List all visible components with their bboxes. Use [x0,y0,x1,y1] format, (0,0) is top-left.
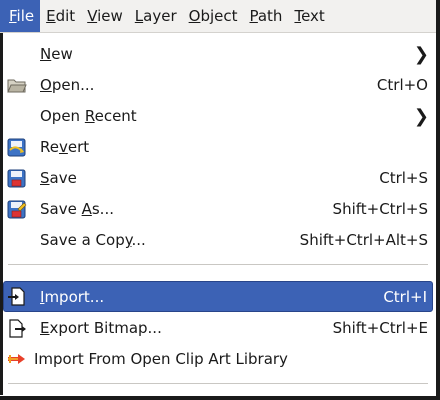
application-window: File Edit View Layer Object Path Text Ne… [0,0,440,400]
mnemonic: L [134,7,144,25]
clipart-icon [7,350,27,369]
menu-object[interactable]: Object [183,0,244,32]
menu-item-label: Export Bitmap... [40,319,162,337]
mnemonic: V [87,7,98,25]
menu-item-label: Save As... [40,200,114,218]
menu-item-open-recent[interactable]: Open Recent ❯ [3,101,433,132]
menu-separator [8,383,428,384]
save-as-icon [7,200,27,219]
menu-label: ext [301,7,325,25]
menu-text[interactable]: Text [288,0,330,32]
menu-item-save-as[interactable]: Save As... Shift+Ctrl+S [3,194,433,225]
submenu-arrow-icon: ❯ [413,106,429,127]
menu-view[interactable]: View [81,0,129,32]
menu-label: dit [55,7,76,25]
menu-item-label: Save [40,169,77,187]
mnemonic: F [9,7,17,25]
shortcut-label: Ctrl+S [379,169,428,187]
shortcut-label: Shift+Ctrl+E [332,319,428,337]
menu-item-revert[interactable]: Revert [3,132,433,163]
submenu-arrow-icon: ❯ [413,44,429,65]
menu-item-label: Save a Copy... [40,231,146,249]
menu-layer[interactable]: Layer [129,0,183,32]
mnemonic: O [188,7,201,25]
menu-item-label: Open... [40,76,95,94]
menu-item-label: Import From Open Clip Art Library [34,350,288,368]
menu-item-save[interactable]: Save Ctrl+S [3,163,433,194]
shortcut-label: Shift+Ctrl+S [332,200,428,218]
menu-edit[interactable]: Edit [40,0,81,32]
menu-item-import[interactable]: Import... Ctrl+I [3,281,433,312]
menu-item-export-bitmap[interactable]: Export Bitmap... Shift+Ctrl+E [3,313,433,344]
revert-icon [7,138,27,157]
menu-item-label: New [40,45,73,63]
shortcut-label: Ctrl+O [376,76,428,94]
mnemonic: P [249,7,258,25]
menu-item-label: Open Recent [40,107,137,125]
menu-label: ayer [143,7,177,25]
folder-open-icon [7,76,27,95]
shortcut-label: Ctrl+I [383,288,427,306]
menu-label: ath [257,7,283,25]
mnemonic: E [46,7,56,25]
menu-label: bject [200,7,238,25]
menu-item-import-open-clip-art[interactable]: Import From Open Clip Art Library [3,344,433,375]
menu-separator [8,264,428,265]
menu-file[interactable]: File [0,0,41,32]
import-icon [7,287,27,306]
menu-item-label: Revert [40,138,90,156]
menu-label: iew [97,7,123,25]
menu-bar: File Edit View Layer Object Path Text [0,0,436,33]
menu-path[interactable]: Path [243,0,288,32]
file-menu-dropdown: New ❯ Open... Ctrl+O Open Recent ❯ Rever… [0,33,436,395]
export-bitmap-icon [7,319,27,338]
save-icon [7,169,27,188]
shortcut-label: Shift+Ctrl+Alt+S [299,231,428,249]
menu-item-label: Import... [40,288,105,306]
menu-item-new[interactable]: New ❯ [3,39,433,70]
menu-item-open[interactable]: Open... Ctrl+O [3,70,433,101]
menu-item-save-a-copy[interactable]: Save a Copy... Shift+Ctrl+Alt+S [3,225,433,256]
menu-label: ile [16,7,35,25]
